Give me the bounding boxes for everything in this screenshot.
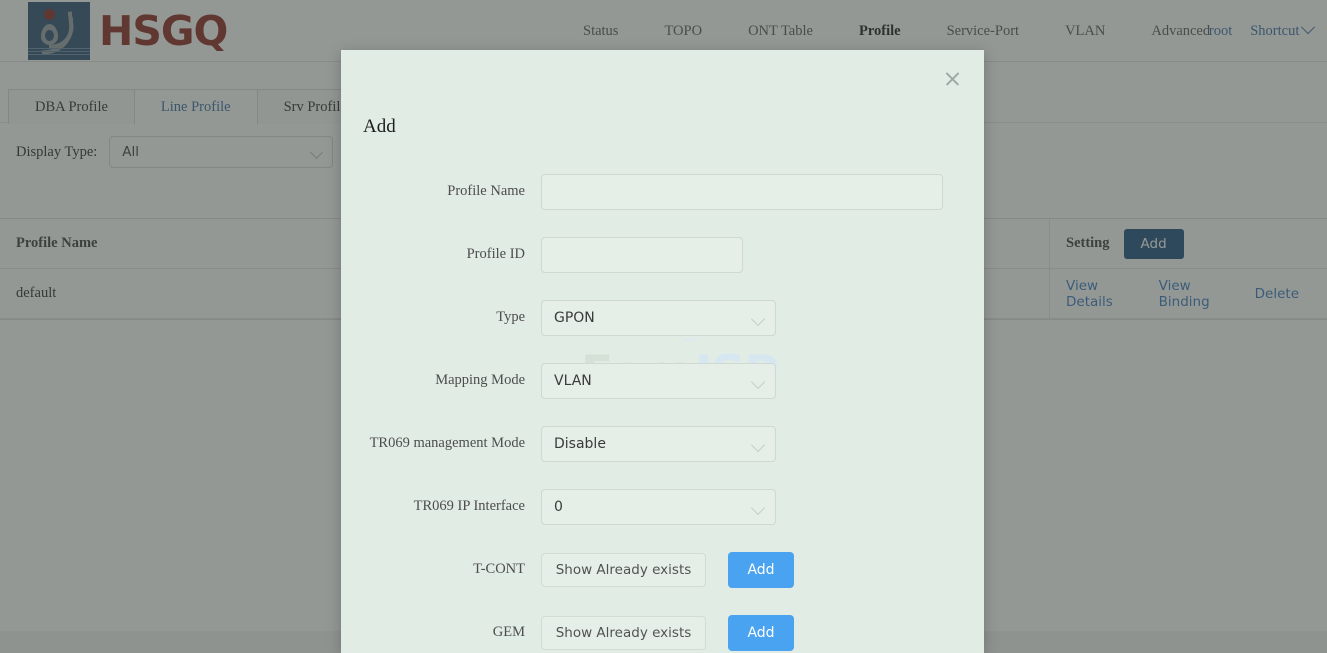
- field-row-mapping-mode: Mapping Mode VLAN: [341, 349, 984, 412]
- close-icon[interactable]: [942, 68, 964, 90]
- tcont-show-existing-button[interactable]: Show Already exists: [541, 552, 706, 587]
- control-profile-id: [541, 236, 743, 273]
- tr069-management-mode-select[interactable]: Disable: [541, 425, 776, 462]
- field-row-tr069-ip-interface: TR069 IP Interface 0 DHCP: [341, 475, 984, 538]
- mapping-mode-value: VLAN: [554, 372, 592, 389]
- label-gem: GEM: [492, 624, 525, 640]
- label-tcont: T-CONT: [473, 561, 525, 577]
- mapping-mode-select[interactable]: VLAN: [541, 362, 776, 399]
- profile-name-input[interactable]: [541, 173, 943, 210]
- chevron-down-icon: [750, 374, 766, 389]
- field-row-profile-id: Profile ID Automatic assignment: [341, 223, 984, 286]
- label-tr069-ip-interface: TR069 IP Interface: [413, 498, 525, 514]
- label-mapping-mode: Mapping Mode: [435, 372, 525, 388]
- label-type: Type: [496, 309, 525, 325]
- tr069-ip-interface-select[interactable]: 0: [541, 488, 776, 525]
- tr069-ip-interface-value: 0: [554, 498, 563, 515]
- type-select[interactable]: GPON: [541, 299, 776, 336]
- chevron-down-icon: [750, 437, 766, 452]
- chevron-down-icon: [750, 311, 766, 326]
- type-value: GPON: [554, 309, 595, 326]
- dialog-form: Profile Name Profile ID Automatic assign…: [341, 160, 984, 653]
- tr069-management-mode-value: Disable: [554, 435, 606, 452]
- profile-id-input[interactable]: [541, 236, 743, 273]
- field-row-tr069-management-mode: TR069 management Mode Disable: [341, 412, 984, 475]
- chevron-down-icon: [750, 500, 766, 515]
- dialog-title: Add: [363, 116, 396, 137]
- control-profile-name: [541, 173, 943, 210]
- label-profile-name: Profile Name: [447, 183, 525, 199]
- label-profile-id: Profile ID: [466, 246, 525, 262]
- field-row-type: Type GPON: [341, 286, 984, 349]
- add-line-profile-dialog: Add ForoISP Profile Name Profile ID Auto…: [341, 50, 984, 653]
- gem-show-existing-button[interactable]: Show Already exists: [541, 615, 706, 650]
- field-row-tcont: T-CONT Show Already exists Add: [341, 538, 984, 601]
- gem-add-button[interactable]: Add: [728, 614, 794, 651]
- tcont-add-button[interactable]: Add: [728, 551, 794, 588]
- field-row-gem: GEM Show Already exists Add: [341, 601, 984, 653]
- label-tr069-management-mode: TR069 management Mode: [369, 435, 525, 451]
- field-row-profile-name: Profile Name: [341, 160, 984, 223]
